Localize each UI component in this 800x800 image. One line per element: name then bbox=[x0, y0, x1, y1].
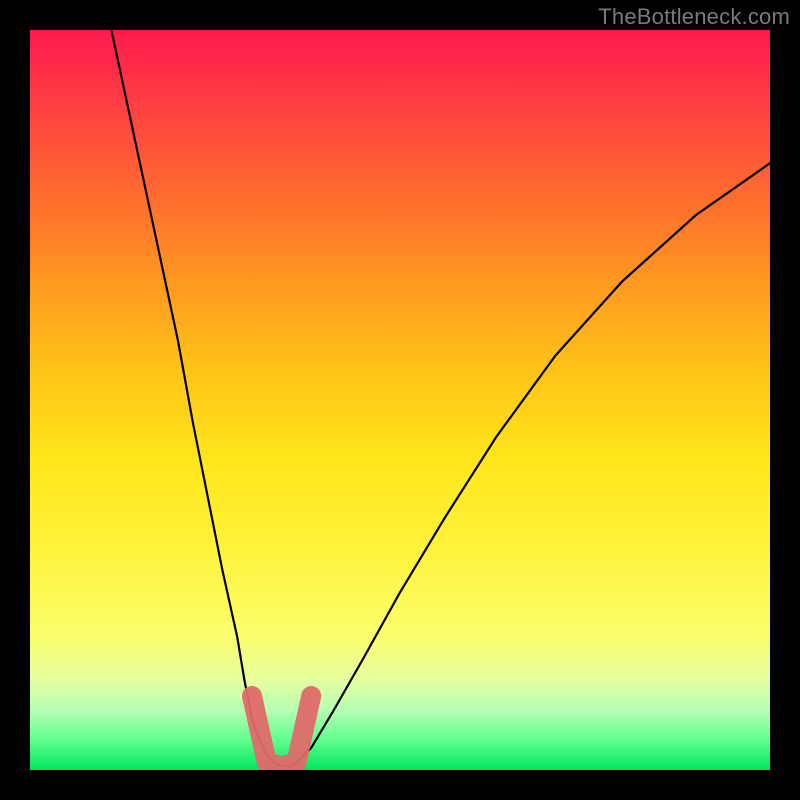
right-curve bbox=[296, 163, 770, 762]
highlighted-min-region bbox=[252, 696, 311, 766]
watermark-text: TheBottleneck.com bbox=[598, 4, 790, 30]
plot-area bbox=[30, 30, 770, 770]
curve-layer bbox=[30, 30, 770, 770]
left-curve bbox=[111, 30, 274, 763]
chart-frame: TheBottleneck.com bbox=[0, 0, 800, 800]
